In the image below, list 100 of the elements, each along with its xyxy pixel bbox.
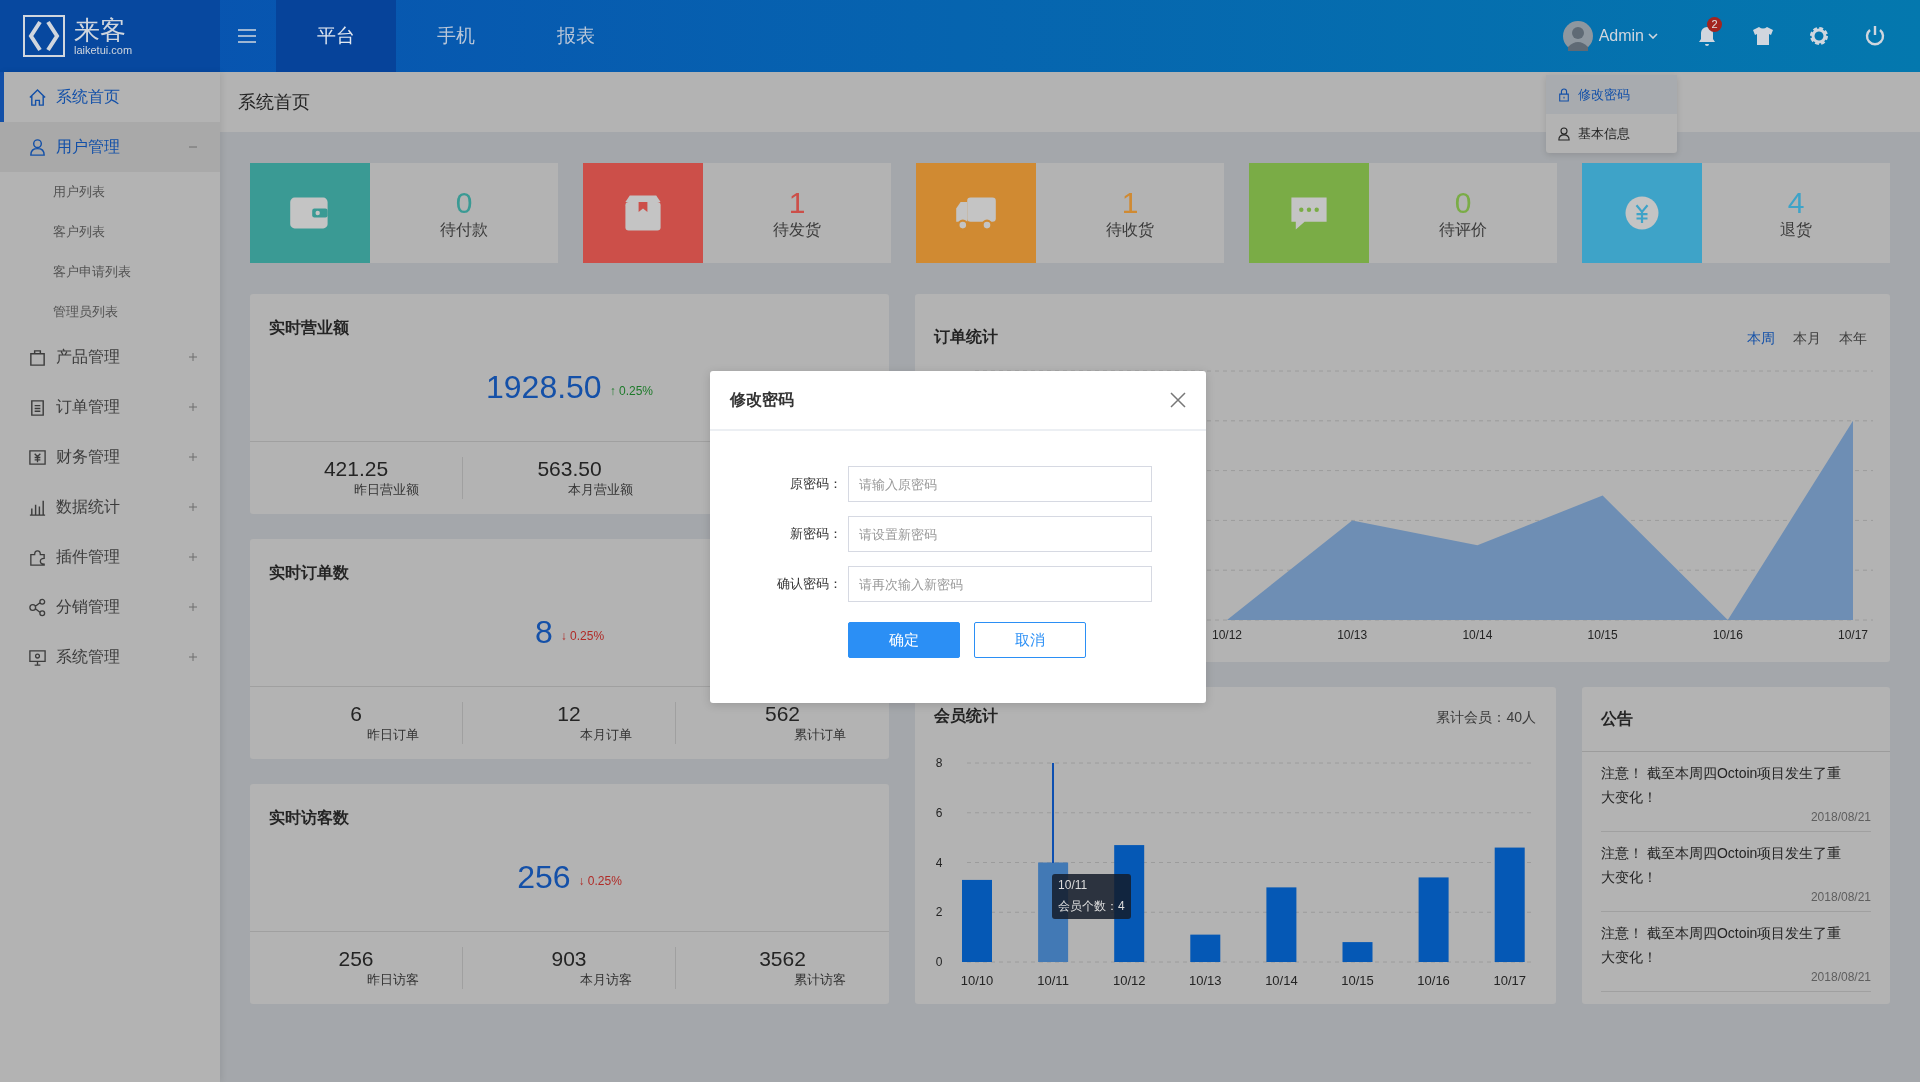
- axis-tick-label: 10/15: [1341, 973, 1374, 988]
- sidebar-icon: [28, 347, 47, 367]
- sidebar-item[interactable]: 财务管理: [0, 432, 220, 482]
- sidebar-icon: [28, 87, 47, 107]
- nav-tab[interactable]: 手机: [396, 0, 516, 72]
- stat-card[interactable]: 1 待收货: [916, 163, 1224, 263]
- sidebar-item[interactable]: 分销管理: [0, 582, 220, 632]
- metric-value: 903: [551, 947, 587, 971]
- sidebar-icon: [28, 397, 47, 417]
- card-title: 实时订单数: [269, 563, 349, 583]
- metric-value: 256: [338, 947, 374, 971]
- sidebar-icon: [28, 647, 47, 667]
- notice-text[interactable]: 注意！ 截至本周四Octoin项目发生了重大变化！: [1601, 841, 1853, 889]
- metric-value: 563.50: [537, 457, 602, 481]
- dropdown-item[interactable]: 修改密码: [1546, 75, 1677, 114]
- axis-tick-label: 10/16: [1712, 628, 1743, 642]
- stat-card[interactable]: 4 退货: [1582, 163, 1890, 263]
- toggle-icon: [188, 602, 198, 612]
- sidebar-icon: [28, 547, 47, 567]
- metric-value: 12: [557, 702, 581, 726]
- metric-label: 昨日营业额: [353, 481, 420, 499]
- menu-icon[interactable]: [238, 29, 256, 43]
- bar[interactable]: [1266, 887, 1297, 962]
- axis-tick-label: 10/17: [1838, 628, 1868, 642]
- sidebar-subitem[interactable]: 客户申请列表: [0, 252, 220, 292]
- sidebar-item[interactable]: 插件管理: [0, 532, 220, 582]
- sidebar-item[interactable]: 数据统计: [0, 482, 220, 532]
- sidebar-item[interactable]: 订单管理: [0, 382, 220, 432]
- realtime-value: 1928.50: [486, 368, 602, 406]
- change-indicator: ↓ 0.25%: [578, 874, 622, 888]
- field-label: 原密码：: [789, 475, 843, 493]
- toggle-icon: [188, 552, 198, 562]
- metric-label: 本月访客: [579, 971, 633, 989]
- confirm-button[interactable]: 确定: [848, 622, 960, 658]
- notice-text[interactable]: 注意！ 截至本周四Octoin项目发生了重大变化！: [1601, 921, 1853, 969]
- card-title: 实时营业额: [269, 318, 349, 338]
- shirt-icon[interactable]: [1752, 25, 1774, 47]
- card-title: 订单统计: [934, 327, 998, 347]
- password-field[interactable]: 请再次输入新密码: [848, 566, 1152, 602]
- dropdown-item[interactable]: 基本信息: [1546, 114, 1677, 153]
- metric-label: 昨日订单: [366, 726, 420, 744]
- sidebar-icon: [28, 447, 47, 467]
- logo-title: 来客: [74, 16, 127, 44]
- card-title: 公告: [1601, 708, 1633, 729]
- axis-tick-label: 10/10: [960, 973, 994, 988]
- axis-tick-label: 10/15: [1587, 628, 1618, 642]
- stat-label: 退货: [1780, 219, 1812, 240]
- nav-tab[interactable]: 平台: [276, 0, 396, 72]
- toggle-icon: [188, 352, 198, 362]
- field-label: 确认密码：: [776, 575, 843, 593]
- axis-tick-label: 10/14: [1462, 628, 1493, 642]
- metric-label: 累计访客: [792, 971, 847, 989]
- card-title: 会员统计: [934, 706, 998, 726]
- change-indicator: ↓ 0.25%: [560, 629, 605, 643]
- realtime-value: 256: [517, 858, 571, 896]
- stat-card[interactable]: 0 待评价: [1249, 163, 1557, 263]
- toggle-icon: [188, 402, 198, 412]
- sidebar-subitem[interactable]: 管理员列表: [0, 292, 220, 332]
- axis-tick-label: 10/11: [1037, 973, 1069, 988]
- member-total: 累计会员：40人: [1436, 709, 1537, 727]
- stat-card[interactable]: 1 待发货: [583, 163, 891, 263]
- settings-icon[interactable]: [1808, 25, 1830, 47]
- sidebar-subitem[interactable]: 客户列表: [0, 212, 220, 252]
- bar[interactable]: [1418, 877, 1449, 962]
- period-tab[interactable]: 本年: [1834, 330, 1872, 348]
- password-field[interactable]: 请设置新密码: [848, 516, 1152, 552]
- sidebar-item[interactable]: 用户管理: [0, 122, 220, 172]
- avatar-icon[interactable]: [1562, 21, 1593, 51]
- dropdown-icon: [1558, 126, 1570, 141]
- period-tab[interactable]: 本月: [1788, 330, 1826, 348]
- stat-label: 待收货: [1106, 219, 1154, 240]
- cancel-button[interactable]: 取消: [974, 622, 1086, 658]
- user-menu-button[interactable]: Admin: [1592, 27, 1648, 45]
- axis-tick-label: 10/17: [1493, 973, 1526, 988]
- bar[interactable]: [1342, 942, 1373, 962]
- bar[interactable]: [1190, 934, 1221, 962]
- metric-value: 6: [350, 702, 362, 726]
- sidebar-subitem[interactable]: 用户列表: [0, 172, 220, 212]
- notice-date: 2018/08/21: [1810, 969, 1871, 985]
- nav-tab[interactable]: 报表: [516, 0, 636, 72]
- stat-value: 4: [1787, 185, 1805, 220]
- notice-date: 2018/08/21: [1810, 889, 1871, 905]
- sidebar-icon: [28, 597, 47, 617]
- notice-date: 2018/08/21: [1810, 809, 1871, 825]
- notice-text[interactable]: 注意！ 截至本周四Octoin项目发生了重大变化！: [1601, 761, 1853, 809]
- axis-tick-label: 2: [935, 905, 943, 920]
- password-field[interactable]: 请输入原密码: [848, 466, 1152, 502]
- sidebar-item[interactable]: 产品管理: [0, 332, 220, 382]
- sidebar-icon: [28, 137, 47, 157]
- close-icon[interactable]: [1170, 392, 1186, 408]
- bar[interactable]: [1494, 847, 1525, 962]
- stat-card[interactable]: 0 待付款: [250, 163, 558, 263]
- toggle-icon: [188, 652, 198, 662]
- power-icon[interactable]: [1864, 25, 1886, 47]
- axis-tick-label: 4: [935, 855, 943, 870]
- sidebar-item[interactable]: 系统管理: [0, 632, 220, 682]
- stat-value: 0: [455, 185, 473, 220]
- toggle-icon: [188, 452, 198, 462]
- period-tab[interactable]: 本周: [1742, 330, 1780, 348]
- toggle-icon: [188, 502, 198, 512]
